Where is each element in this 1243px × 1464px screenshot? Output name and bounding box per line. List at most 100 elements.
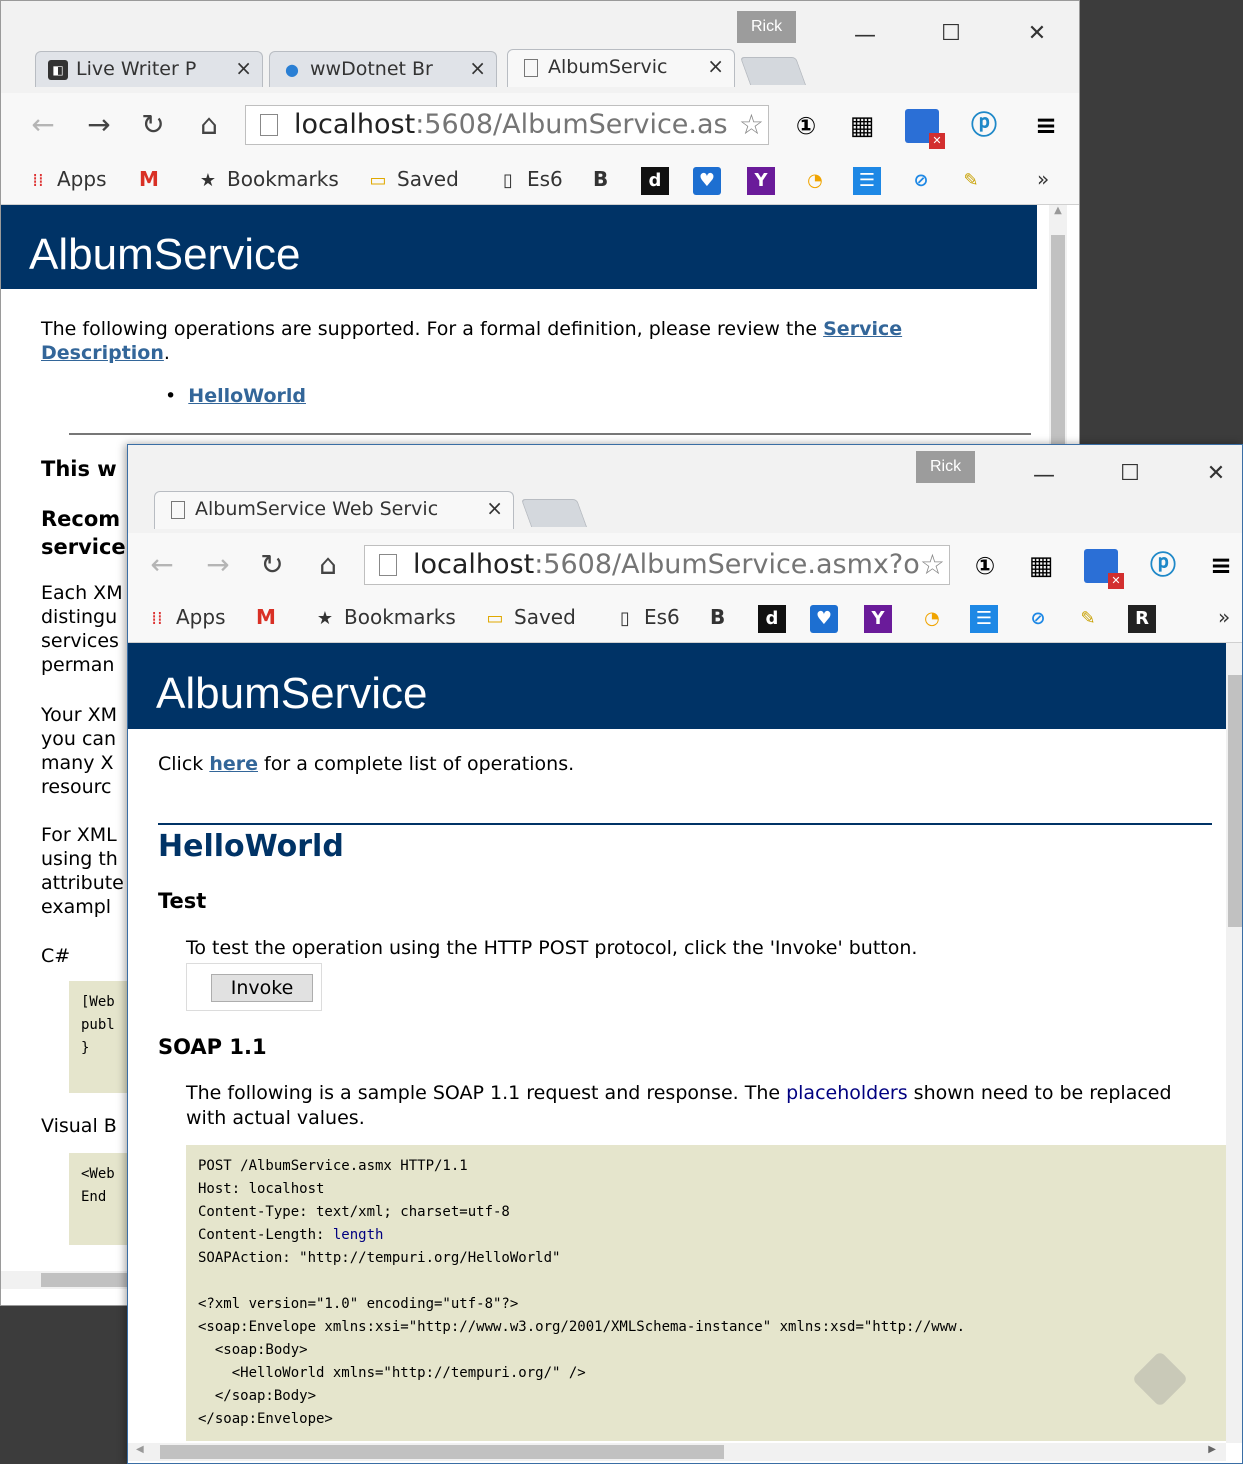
tab-wwdotnet[interactable]: ● wwDotnet Br × — [269, 51, 497, 87]
csharp-label: C# — [41, 945, 71, 967]
es6-bookmark[interactable]: ▯ Es6 — [612, 605, 680, 631]
address-bar[interactable]: localhost:5608/AlbumService.as ☆ — [245, 105, 769, 145]
close-tab-icon[interactable]: × — [235, 56, 252, 80]
home-icon[interactable]: ⌂ — [189, 105, 229, 145]
url-host: localhost — [294, 109, 416, 140]
code-line: <soap:Body> — [198, 1342, 308, 1358]
yahoo-bookmark-icon[interactable]: Y — [864, 605, 892, 633]
es6-bookmark[interactable]: ▯ Es6 — [495, 167, 563, 193]
scroll-right-icon[interactable]: ▶ — [1208, 1444, 1216, 1455]
intro-text: The following operations are supported. … — [41, 318, 824, 340]
forward-icon[interactable]: → — [198, 545, 238, 585]
paragraph-line: you can — [41, 728, 117, 750]
toolbar: ← → ↻ ⌂ localhost:5608/AlbumService.as ☆… — [1, 93, 1079, 159]
back-icon[interactable]: ← — [23, 105, 63, 145]
gmail-icon[interactable]: M — [139, 167, 159, 191]
more-bookmarks-icon[interactable]: » — [1218, 605, 1230, 629]
b-bookmark[interactable]: B — [710, 605, 725, 629]
tab-albumservice-web[interactable]: AlbumService Web Servic × — [154, 491, 514, 529]
soap-text: The following is a sample SOAP 1.1 reque… — [186, 1082, 787, 1104]
scroll-up-icon[interactable]: ▲ — [1049, 205, 1067, 216]
back-icon[interactable]: ← — [142, 545, 182, 585]
maximize-icon[interactable]: ☐ — [931, 21, 971, 46]
maximize-icon[interactable]: ☐ — [1110, 461, 1150, 486]
bookmarks-bar: ⁞⁞ Apps M ★ Bookmarks ▭ Saved ▯ Es6 B d ♥ Y … — [128, 593, 1242, 643]
address-bar[interactable]: localhost:5608/AlbumService.asmx?o ☆ — [364, 545, 950, 585]
tab-label: AlbumService Web Servic — [195, 498, 439, 520]
paragraph-line: many X — [41, 752, 114, 774]
new-tab-button[interactable] — [520, 499, 588, 527]
yahoo-bookmark-icon[interactable]: Y — [747, 167, 775, 195]
apps-bookmark[interactable]: ⁞⁞ Apps — [25, 167, 106, 193]
invoke-button[interactable]: Invoke — [211, 974, 313, 1002]
vertical-scrollbar[interactable] — [1226, 643, 1242, 1443]
menu-icon[interactable]: ≡ — [1029, 109, 1063, 143]
close-tab-icon[interactable]: × — [469, 56, 486, 80]
qr-code-icon[interactable]: ▦ — [1024, 549, 1058, 583]
list-bookmark-icon[interactable]: ☰ — [853, 167, 881, 195]
close-icon[interactable]: ✕ — [1196, 461, 1236, 486]
extension-icon[interactable]: ✕ — [905, 109, 945, 149]
tab-albumservice[interactable]: AlbumServic × — [507, 49, 735, 87]
paragraph-line: resourc — [41, 776, 112, 798]
compass-bookmark-icon[interactable]: ⊘ — [907, 167, 935, 195]
helloworld-link[interactable]: HelloWorld — [188, 385, 306, 407]
scroll-thumb[interactable] — [160, 1445, 724, 1459]
paragraph-line: using th — [41, 848, 118, 870]
onepassword-icon[interactable]: ① — [968, 549, 1002, 583]
scroll-thumb[interactable] — [1228, 675, 1242, 927]
compass-bookmark-icon[interactable]: ⊘ — [1024, 605, 1052, 633]
notepad-bookmark-icon[interactable]: ✎ — [957, 167, 985, 195]
horizontal-scrollbar[interactable]: ◀ ▶ — [128, 1443, 1226, 1461]
qr-code-icon[interactable]: ▦ — [845, 109, 879, 143]
gmail-icon[interactable]: M — [256, 605, 276, 629]
close-icon[interactable]: ✕ — [1017, 21, 1057, 46]
bluesky-bookmark-icon[interactable]: ♥ — [810, 605, 838, 633]
close-tab-icon[interactable]: × — [486, 496, 503, 520]
gauge-bookmark-icon[interactable]: ◔ — [801, 167, 829, 195]
saved-folder[interactable]: ▭ Saved — [482, 605, 575, 631]
menu-icon[interactable]: ≡ — [1204, 549, 1238, 583]
forward-icon[interactable]: → — [79, 105, 119, 145]
more-bookmarks-icon[interactable]: » — [1037, 167, 1049, 191]
tab-label: Live Writer P — [76, 58, 197, 80]
list-bookmark-icon[interactable]: ☰ — [970, 605, 998, 633]
service-description-link[interactable]: Service — [823, 318, 902, 340]
home-icon[interactable]: ⌂ — [308, 545, 348, 585]
sync-icon[interactable]: ⓟ — [967, 109, 1001, 143]
scroll-left-icon[interactable]: ◀ — [136, 1444, 144, 1455]
service-description-link[interactable]: Description — [41, 342, 164, 364]
sync-icon[interactable]: ⓟ — [1146, 549, 1180, 583]
apps-bookmark[interactable]: ⁞⁞ Apps — [144, 605, 225, 631]
minimize-icon[interactable]: — — [1024, 463, 1064, 488]
minimize-icon[interactable]: — — [845, 23, 885, 48]
gauge-bookmark-icon[interactable]: ◔ — [918, 605, 946, 633]
star-icon[interactable]: ☆ — [919, 546, 945, 584]
profile-badge[interactable]: Rick — [737, 11, 797, 43]
test-heading: Test — [158, 889, 207, 913]
r-bookmark-icon[interactable]: R — [1128, 605, 1156, 633]
page-title: AlbumService — [128, 643, 1226, 729]
extension-icon[interactable]: ✕ — [1084, 549, 1124, 589]
new-tab-button[interactable] — [739, 57, 807, 85]
d-bookmark-icon[interactable]: d — [641, 167, 669, 195]
bookmarks-bar: ⁞⁞ Apps M ★ Bookmarks ▭ Saved ▯ Es6 B d ♥ Y … — [1, 155, 1079, 205]
b-bookmark[interactable]: B — [593, 167, 608, 191]
close-tab-icon[interactable]: × — [707, 54, 724, 78]
bookmarks-folder[interactable]: ★ Bookmarks — [312, 605, 456, 631]
reload-icon[interactable]: ↻ — [133, 105, 173, 145]
bookmarks-folder[interactable]: ★ Bookmarks — [195, 167, 339, 193]
profile-badge[interactable]: Rick — [916, 451, 976, 483]
notepad-bookmark-icon[interactable]: ✎ — [1074, 605, 1102, 633]
d-bookmark-icon[interactable]: d — [758, 605, 786, 633]
operation-heading: HelloWorld — [158, 829, 344, 864]
star-icon[interactable]: ☆ — [738, 106, 764, 144]
onepassword-icon[interactable]: ① — [789, 109, 823, 143]
operations-list-link[interactable]: here — [209, 753, 258, 775]
reload-icon[interactable]: ↻ — [252, 545, 292, 585]
saved-folder[interactable]: ▭ Saved — [365, 167, 458, 193]
paragraph-line: Your XM — [41, 704, 118, 726]
tab-live-writer[interactable]: ◧ Live Writer P × — [35, 51, 263, 87]
bluesky-bookmark-icon[interactable]: ♥ — [693, 167, 721, 195]
